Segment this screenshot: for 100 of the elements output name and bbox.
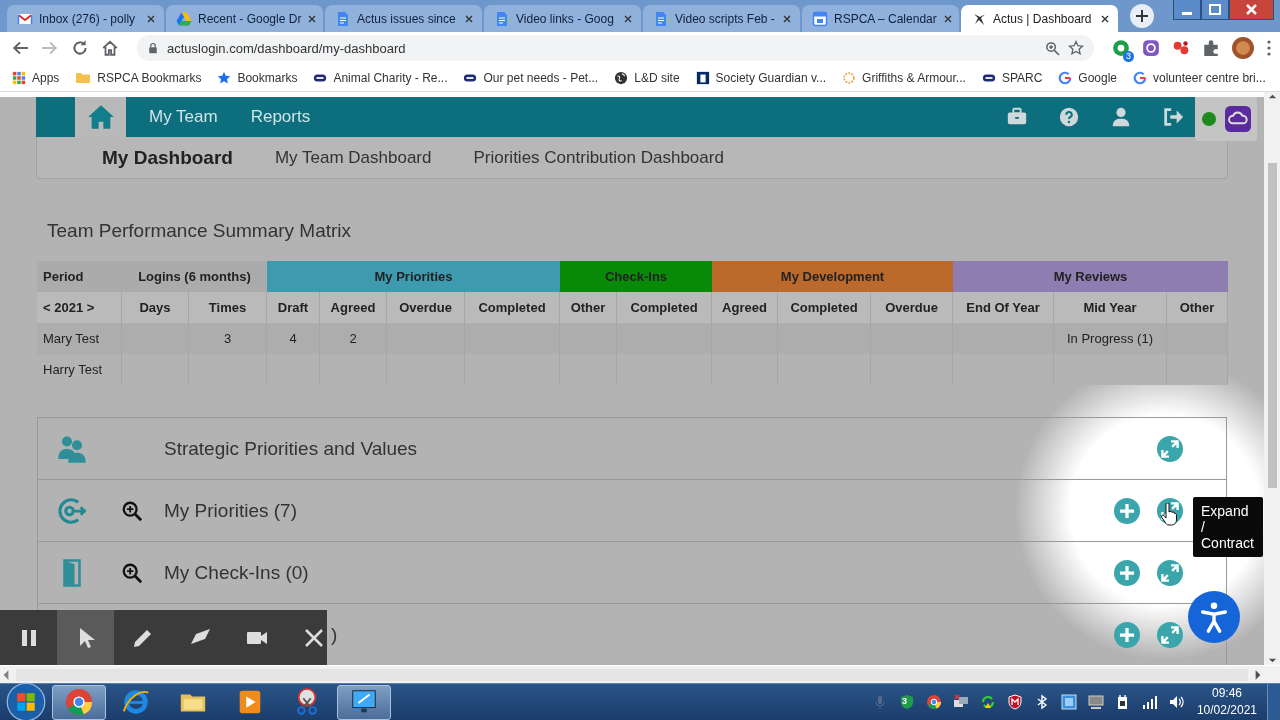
app-tray-icon[interactable]	[1060, 694, 1077, 710]
zoom-in-icon[interactable]	[121, 499, 143, 522]
nav-link[interactable]: Reports	[250, 107, 311, 127]
status-dot-icon	[1201, 111, 1217, 127]
taskbar-app[interactable]	[52, 684, 106, 720]
bookmark[interactable]: SPARC	[1001, 70, 1043, 85]
shield-icon[interactable]	[1006, 694, 1023, 710]
bookmark[interactable]: Apps	[32, 70, 60, 85]
column-header: Times	[189, 292, 267, 323]
close-icon[interactable]	[1229, 0, 1274, 20]
column-group-header: My Reviews	[953, 261, 1228, 292]
cloud-icon[interactable]	[1225, 106, 1251, 132]
bookmark[interactable]: Society Guardian v...	[715, 70, 827, 85]
accessibility-button[interactable]	[1188, 591, 1240, 643]
square-icon	[695, 70, 710, 85]
panel-title[interactable]: My Priorities (7)	[164, 499, 297, 522]
back-icon[interactable]	[11, 39, 29, 57]
bookmark[interactable]: Griffiths & Armour...	[862, 70, 966, 85]
close-icon[interactable]	[464, 13, 474, 24]
bookmark[interactable]: L&D site	[634, 70, 680, 85]
column-header: Other	[1167, 292, 1228, 323]
display-icon[interactable]	[1087, 694, 1104, 710]
table-cell: In Progress (1)	[1054, 323, 1167, 354]
speaker-icon[interactable]	[1168, 694, 1185, 710]
panel-title[interactable]: Strategic Priorities and Values	[164, 437, 418, 460]
column-header: Completed	[778, 292, 871, 323]
star-icon	[217, 70, 232, 85]
new-tab-icon[interactable]	[1130, 4, 1154, 28]
browser-tab[interactable]: Video links - Goog	[484, 5, 641, 32]
column-group-header: Check-Ins	[560, 261, 712, 292]
reload-icon[interactable]	[71, 39, 89, 57]
user-icon[interactable]	[1110, 106, 1132, 128]
browser-tab[interactable]: Video scripts Feb -	[643, 5, 800, 32]
pointer-tool-button[interactable]	[57, 610, 114, 665]
browser-tab[interactable]: Inbox (276) - polly	[7, 5, 164, 32]
column-header: Other	[560, 292, 617, 323]
bookmark[interactable]: Animal Charity - Re...	[333, 70, 448, 85]
extension-icon[interactable]	[1112, 39, 1130, 57]
add-icon[interactable]	[1114, 621, 1140, 648]
chrome-icon[interactable]	[925, 694, 942, 710]
close-icon[interactable]	[146, 13, 156, 24]
bookmark[interactable]: volunteer centre bri...	[1153, 70, 1266, 85]
add-icon[interactable]	[1114, 559, 1140, 586]
column-group-header: Logins (6 months)	[122, 261, 267, 292]
bookmark[interactable]: RSPCA Bookmarks	[97, 70, 202, 85]
dashboard-tab[interactable]: Priorities Contribution Dashboard	[473, 147, 724, 168]
avatar-icon[interactable]	[1232, 37, 1254, 59]
browser-tab[interactable]: Actus issues since	[325, 5, 482, 32]
home-icon[interactable]	[101, 39, 119, 57]
document-icon	[335, 10, 351, 27]
bookmark[interactable]: Our pet needs - Pet...	[483, 70, 599, 85]
help-icon[interactable]	[1058, 106, 1080, 128]
panel-title[interactable]: My Check-Ins (0)	[164, 561, 309, 584]
calendar-icon	[812, 10, 828, 27]
section-title: Team Performance Summary Matrix	[47, 219, 352, 243]
browser-tab[interactable]: RSPCA – Calendar	[802, 5, 959, 32]
menu-icon[interactable]	[1266, 39, 1272, 57]
notification-count: 3	[901, 696, 907, 706]
address-bar[interactable]: actuslogin.com/dashboard/my-dashboard	[137, 35, 1094, 61]
bookmark[interactable]: Bookmarks	[237, 70, 298, 85]
close-icon[interactable]	[1100, 13, 1110, 24]
close-icon[interactable]	[623, 13, 633, 24]
close-icon[interactable]	[307, 13, 318, 24]
sync-icon[interactable]	[979, 694, 996, 710]
tooltip: Expand / Contract	[1193, 497, 1263, 557]
network-icon[interactable]	[952, 694, 969, 710]
nav-link[interactable]: My Team	[149, 107, 218, 127]
puzzle-icon[interactable]	[1202, 39, 1220, 57]
zoom-icon[interactable]	[1045, 40, 1060, 56]
browser-tab[interactable]: Recent - Google Dr	[166, 5, 323, 32]
add-icon[interactable]	[1114, 497, 1140, 524]
person-name: Mary Test	[37, 323, 122, 354]
column-group-header: My Priorities	[267, 261, 560, 292]
star-icon[interactable]	[1068, 40, 1084, 56]
taskbar-app[interactable]	[337, 684, 391, 720]
extension-icon[interactable]	[1172, 39, 1190, 57]
close-icon[interactable]	[942, 13, 953, 24]
start-icon[interactable]	[6, 682, 46, 720]
extension-icon[interactable]	[1142, 39, 1160, 57]
clock-time: 09:46	[1211, 685, 1242, 702]
dashboard-tab[interactable]: My Team Dashboard	[274, 147, 432, 168]
scroll-thumb[interactable]	[1267, 163, 1277, 488]
dashboard-tab[interactable]: My Dashboard	[102, 146, 233, 169]
hand-cursor-icon	[1160, 503, 1178, 527]
panel-title[interactable]: )	[331, 623, 338, 646]
close-icon[interactable]	[782, 13, 792, 24]
target-icon	[56, 495, 88, 526]
shield-icon[interactable]	[898, 694, 915, 710]
maximize-icon[interactable]	[1201, 0, 1229, 20]
bookmark[interactable]: Google	[1078, 70, 1118, 85]
year-selector[interactable]: < 2021 >	[37, 292, 122, 323]
google-icon	[1058, 70, 1073, 85]
signal-icon[interactable]	[1141, 694, 1158, 710]
column-header: Overdue	[871, 292, 953, 323]
column-header: Mid Year	[1054, 292, 1167, 323]
browser-tab[interactable]: Actus | Dashboard	[961, 5, 1118, 32]
zoom-in-icon[interactable]	[121, 561, 143, 584]
minimize-icon[interactable]	[1173, 0, 1201, 20]
column-header: Days	[122, 292, 189, 323]
logout-icon[interactable]	[1162, 106, 1184, 128]
